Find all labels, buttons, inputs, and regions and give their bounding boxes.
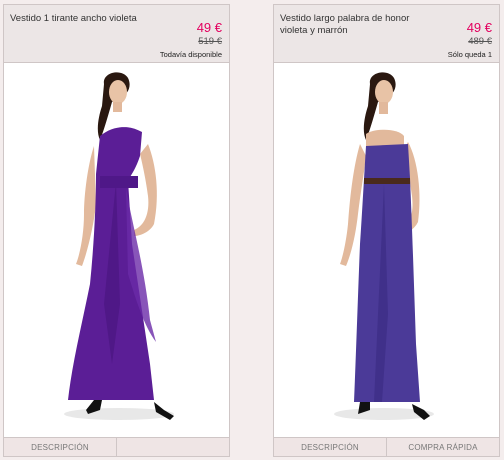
- description-button[interactable]: DESCRIPCIÓN: [4, 438, 116, 456]
- product-title[interactable]: Vestido 1 tirante ancho violeta: [10, 13, 150, 25]
- product-card-1[interactable]: Vestido 1 tirante ancho violeta 49 € 519…: [3, 4, 230, 457]
- description-button[interactable]: DESCRIPCIÓN: [274, 438, 386, 456]
- product-actions: DESCRIPCIÓN COMPRA RÁPIDA: [274, 437, 499, 456]
- product-price: 49 €: [196, 20, 222, 35]
- product-stock-status: Sólo queda 1: [447, 50, 492, 59]
- product-card-2[interactable]: Vestido largo palabra de honor violeta y…: [273, 4, 500, 457]
- product-header: Vestido 1 tirante ancho violeta 49 € 519…: [4, 5, 229, 63]
- product-price: 49 €: [466, 20, 492, 35]
- product-stock-status: Todavía disponible: [159, 50, 222, 59]
- quick-buy-button[interactable]: [116, 438, 229, 456]
- product-old-price: 489 €: [468, 36, 492, 47]
- product-image[interactable]: [274, 64, 499, 435]
- product-title[interactable]: Vestido largo palabra de honor violeta y…: [280, 13, 420, 37]
- product-header: Vestido largo palabra de honor violeta y…: [274, 5, 499, 63]
- quick-buy-button[interactable]: COMPRA RÁPIDA: [386, 438, 499, 456]
- product-actions: DESCRIPCIÓN: [4, 437, 229, 456]
- product-old-price: 519 €: [198, 36, 222, 47]
- product-image[interactable]: [4, 64, 229, 435]
